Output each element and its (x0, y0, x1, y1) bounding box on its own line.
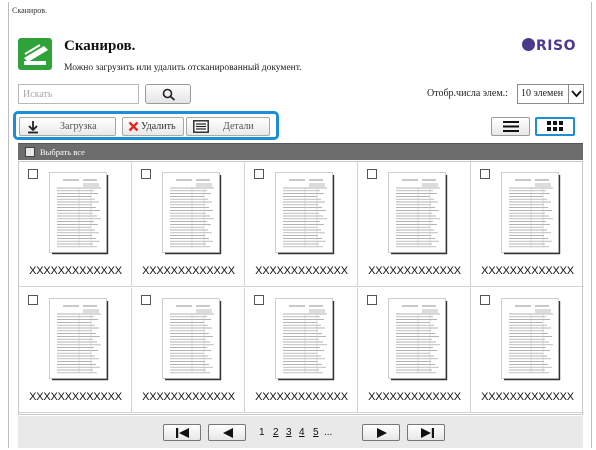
document-thumbnail[interactable] (162, 172, 222, 255)
last-page-button[interactable] (407, 424, 445, 441)
document-checkbox[interactable] (254, 169, 264, 179)
document-checkbox[interactable] (28, 169, 38, 179)
search-button[interactable] (145, 84, 191, 104)
select-all-label: Выбрать все (40, 147, 85, 157)
document-name: XXXXXXXXXXXXX (368, 391, 461, 403)
per-page-value: 10 элемен (521, 88, 564, 99)
document-card[interactable]: XXXXXXXXXXXXX (132, 162, 245, 287)
document-thumbnail[interactable] (49, 298, 109, 381)
document-thumbnail[interactable] (275, 298, 335, 381)
document-name: XXXXXXXXXXXXX (368, 265, 461, 277)
pagination: 1 2 3 4 5 ... (18, 416, 583, 448)
document-card[interactable]: XXXXXXXXXXXXX (19, 288, 132, 413)
document-checkbox[interactable] (141, 295, 151, 305)
first-page-button[interactable] (163, 424, 201, 441)
document-card[interactable]: XXXXXXXXXXXXX (471, 162, 584, 287)
upload-button[interactable]: Загрузка (19, 117, 116, 136)
grid-view-button[interactable] (535, 117, 575, 136)
logo-text: RISO (536, 38, 576, 54)
document-name: XXXXXXXXXXXXX (255, 265, 348, 277)
chevron-right-icon (377, 428, 387, 438)
next-page-button[interactable] (362, 424, 400, 441)
document-thumbnail[interactable] (501, 172, 561, 255)
document-thumbnail[interactable] (388, 172, 448, 255)
document-thumbnail[interactable] (501, 298, 561, 381)
document-checkbox[interactable] (367, 295, 377, 305)
upload-label: Загрузка (60, 121, 97, 132)
list-view-icon (503, 121, 519, 132)
details-label: Детали (223, 121, 254, 132)
page-ellipsis: ... (324, 427, 333, 438)
document-checkbox[interactable] (254, 295, 264, 305)
document-thumbnail[interactable] (49, 172, 109, 255)
last-page-icon (421, 428, 434, 438)
document-card[interactable]: XXXXXXXXXXXXX (245, 288, 358, 413)
document-checkbox[interactable] (141, 169, 151, 179)
document-thumbnail[interactable] (388, 298, 448, 381)
page-3[interactable]: 3 (286, 427, 292, 438)
per-page-select[interactable]: 10 элемен (517, 84, 584, 104)
document-checkbox[interactable] (367, 169, 377, 179)
scanner-icon (18, 38, 52, 70)
document-checkbox[interactable] (28, 295, 38, 305)
document-thumbnail[interactable] (275, 172, 335, 255)
document-card[interactable]: XXXXXXXXXXXXX (245, 162, 358, 287)
grid-view-icon (547, 121, 563, 131)
document-card[interactable]: XXXXXXXXXXXXX (358, 162, 471, 287)
download-icon (28, 121, 38, 134)
chevron-down-icon (568, 85, 583, 103)
search-row: Отобр.числа элем.: 10 элемен (18, 84, 584, 106)
document-card[interactable]: XXXXXXXXXXXXX (358, 288, 471, 413)
document-name: XXXXXXXXXXXXX (29, 391, 122, 403)
document-grid: XXXXXXXXXXXXX XXXXXXXXXXXXX XXXXXXXXXXXXX X… (18, 161, 584, 415)
document-name: XXXXXXXXXXXXX (142, 265, 235, 277)
details-icon (193, 120, 209, 133)
document-name: XXXXXXXXXXXXX (142, 391, 235, 403)
document-name: XXXXXXXXXXXXX (255, 391, 348, 403)
page-4[interactable]: 4 (299, 427, 305, 438)
document-card[interactable]: XXXXXXXXXXXXX (19, 162, 132, 287)
page-header: Сканиров. Можно загрузить или удалить от… (12, 22, 582, 80)
document-name: XXXXXXXXXXXXX (481, 391, 574, 403)
document-name: XXXXXXXXXXXXX (29, 265, 122, 277)
document-thumbnail[interactable] (162, 298, 222, 381)
delete-label: Удалить (141, 121, 176, 132)
search-icon (162, 88, 176, 101)
page-title: Сканиров. (64, 38, 136, 54)
select-all-bar: Выбрать все (18, 143, 583, 160)
select-all-checkbox[interactable] (25, 147, 35, 157)
first-page-icon (176, 428, 189, 438)
close-icon (128, 121, 139, 132)
page-5[interactable]: 5 (313, 427, 319, 438)
document-card[interactable]: XXXXXXXXXXXXX (471, 288, 584, 413)
prev-page-button[interactable] (208, 424, 246, 441)
per-page-label: Отобр.числа элем.: (427, 88, 508, 99)
search-input[interactable] (18, 84, 139, 104)
breadcrumb: Сканиров. (12, 6, 47, 15)
document-checkbox[interactable] (480, 295, 490, 305)
logo-mark-icon (522, 38, 536, 51)
document-checkbox[interactable] (480, 169, 490, 179)
delete-button[interactable]: Удалить (122, 117, 184, 136)
page-subtitle: Можно загрузить или удалить отсканирован… (64, 63, 302, 73)
details-button[interactable]: Детали (186, 117, 270, 136)
document-card[interactable]: XXXXXXXXXXXXX (132, 288, 245, 413)
page-2[interactable]: 2 (273, 427, 279, 438)
list-view-button[interactable] (491, 117, 530, 136)
chevron-left-icon (223, 428, 233, 438)
riso-logo: RISO (522, 38, 576, 54)
page-1: 1 (259, 427, 265, 438)
document-name: XXXXXXXXXXXXX (481, 265, 574, 277)
